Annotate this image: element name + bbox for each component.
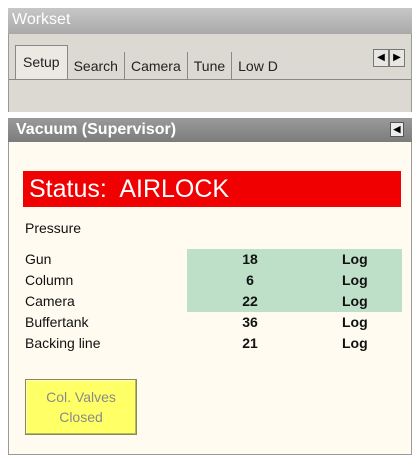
log-button[interactable]: Log xyxy=(342,335,368,351)
row-name: Gun xyxy=(25,251,52,267)
tab-divider xyxy=(9,79,411,80)
log-button[interactable]: Log xyxy=(342,272,368,288)
vacuum-panel: Status: AIRLOCK Pressure Gun 18 Log Colu… xyxy=(8,142,412,455)
collapse-icon[interactable]: ◀ xyxy=(390,122,404,137)
row-value: 18 xyxy=(242,251,258,267)
tab-tune[interactable]: Tune xyxy=(188,52,233,80)
pressure-row-column: Column 6 Log xyxy=(25,270,402,291)
workset-title: Workset xyxy=(12,11,71,28)
pressure-row-buffertank: Buffertank 36 Log xyxy=(25,312,401,333)
col-valves-button[interactable]: Col. Valves Closed xyxy=(25,379,137,435)
panel-header: Vacuum (Supervisor) ◀ xyxy=(8,118,412,142)
row-name: Camera xyxy=(25,293,75,309)
panel-title: Vacuum (Supervisor) xyxy=(16,121,177,138)
tab-search[interactable]: Search xyxy=(68,52,125,80)
pressure-row-backing-line: Backing line 21 Log xyxy=(25,333,401,354)
valves-label-line2: Closed xyxy=(59,409,103,425)
log-button[interactable]: Log xyxy=(342,293,368,309)
pressure-row-gun: Gun 18 Log xyxy=(25,249,402,270)
row-value: 22 xyxy=(242,293,258,309)
row-name: Column xyxy=(25,272,74,288)
status-banner: Status: AIRLOCK xyxy=(23,171,401,207)
workset-title-bar: Workset xyxy=(8,8,412,34)
valves-label-line1: Col. Valves xyxy=(46,389,116,405)
log-button[interactable]: Log xyxy=(342,314,368,330)
row-value: 6 xyxy=(246,272,254,288)
tab-setup[interactable]: Setup xyxy=(15,45,68,80)
row-value: 36 xyxy=(242,314,258,330)
pressure-label: Pressure xyxy=(25,220,82,236)
row-name: Backing line xyxy=(25,335,101,351)
row-name: Buffertank xyxy=(25,314,89,330)
row-value: 21 xyxy=(242,335,258,351)
tab-list: Setup Search Camera Tune Low D xyxy=(15,45,306,80)
tab-scroll-buttons: ◀ ▶ xyxy=(373,49,405,67)
log-button[interactable]: Log xyxy=(342,251,368,267)
tab-camera[interactable]: Camera xyxy=(125,52,188,80)
pressure-row-camera: Camera 22 Log xyxy=(25,291,402,312)
tab-scroll-left-icon[interactable]: ◀ xyxy=(373,49,389,67)
tab-low-d[interactable]: Low D xyxy=(232,52,306,80)
tab-scroll-right-icon[interactable]: ▶ xyxy=(389,49,405,67)
tab-strip: Setup Search Camera Tune Low D ◀ ▶ xyxy=(8,34,412,112)
